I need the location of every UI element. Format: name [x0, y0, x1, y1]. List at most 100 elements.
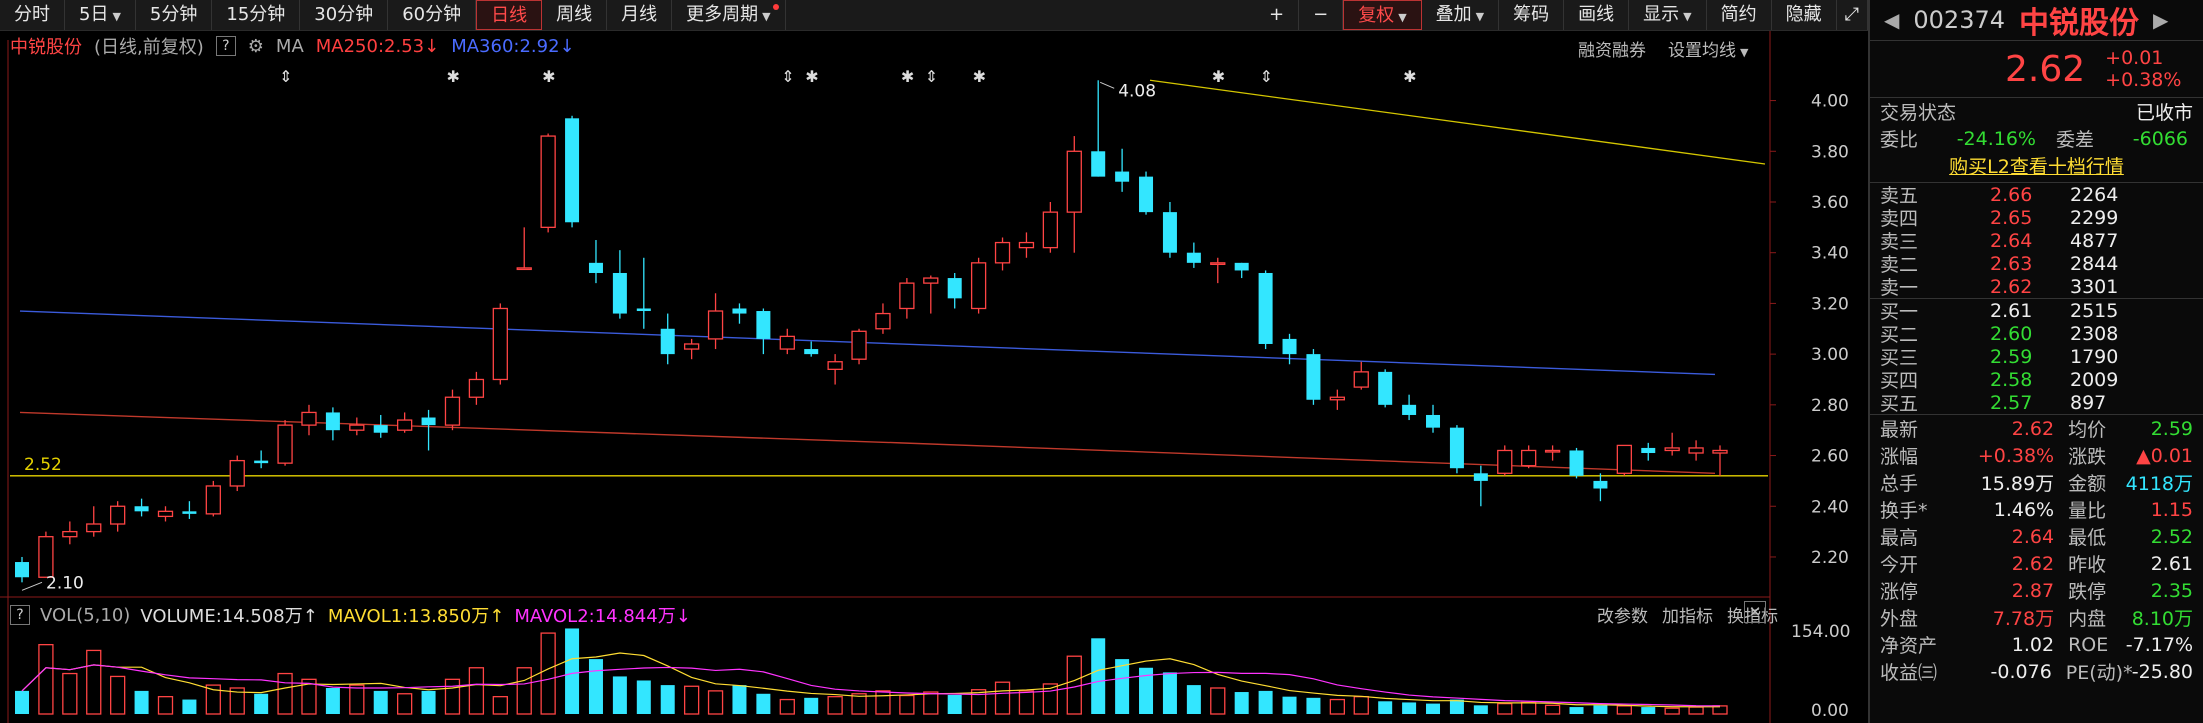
l2-upgrade-link[interactable]: 购买L2查看十档行情 [1870, 152, 2203, 182]
volume-bar [182, 699, 197, 714]
stats-row: 外盘 7.78万 内盘 8.10万 [1870, 604, 2203, 631]
candle-body [732, 308, 747, 314]
candle-body [205, 485, 221, 515]
event-marker-icon: ✱ [1403, 67, 1416, 86]
candle-body [923, 277, 939, 284]
stat-label: 涨停 [1880, 581, 1919, 603]
set-ma-button[interactable]: 设置均线 ▼ [1668, 36, 1748, 61]
weicha-label: 委差 [2056, 129, 2095, 151]
price-tick-label: 4.00 [1811, 92, 1849, 112]
prev-stock-icon[interactable]: ◀ [1884, 8, 1899, 32]
candle-body [421, 417, 436, 426]
volume-bar [15, 690, 29, 714]
volume-bar [1473, 705, 1488, 714]
bid-volume: 897 [2070, 391, 2107, 414]
stat-value: 1.46% [1993, 498, 2055, 521]
candle-body [1449, 427, 1464, 469]
stat-value: ▲0.01 [2136, 444, 2193, 467]
volume-bar [1353, 696, 1369, 715]
margin-trading-button[interactable]: 融资融券 [1578, 36, 1646, 61]
close-icon[interactable]: ✕ [1744, 601, 1766, 623]
stats-row: 净资产 1.02 ROE -7.17% [1870, 631, 2203, 658]
bid-row: 买四 2.58 2009 [1880, 368, 2193, 393]
add-indicator-button[interactable]: 加指标 [1662, 602, 1713, 627]
candle-body [565, 118, 580, 223]
volume-bar [827, 696, 843, 715]
stat-value: -0.076 [1990, 660, 2052, 683]
volume-bar [947, 694, 962, 714]
candle-body [1018, 241, 1035, 249]
candle-body [157, 510, 174, 518]
stat-value: 2.62 [2011, 552, 2055, 575]
volume-bar [86, 649, 102, 715]
stat-value: 2.64 [2011, 525, 2055, 548]
candle-body [827, 361, 843, 370]
volume-bar [875, 690, 891, 715]
mavol2-line [21, 664, 1721, 707]
stat-label: 均价 [2068, 419, 2107, 441]
candle-body [1091, 151, 1106, 177]
candle-body [373, 425, 388, 433]
candle-body [1234, 262, 1249, 271]
event-marker-icon: ✱ [542, 67, 555, 86]
bid-row: 买二 2.60 2308 [1880, 322, 2193, 347]
event-marker-icon: ⇕ [279, 67, 292, 86]
volume-bar [1329, 698, 1346, 715]
event-marker-icon: ✱ [973, 67, 986, 86]
candle-body [1426, 414, 1441, 428]
vol-indicator-label: VOL(5,10) [40, 604, 131, 626]
candle-body [134, 506, 149, 512]
stat-label: 最高 [1880, 527, 1919, 549]
next-stock-icon[interactable]: ▶ [2153, 8, 2168, 32]
help-icon[interactable]: ? [10, 605, 30, 625]
volume-bar [588, 659, 603, 714]
stat-label: 量比 [2068, 500, 2107, 522]
volume-bar [421, 690, 436, 714]
help-icon[interactable]: ? [215, 36, 236, 56]
volume-bar [779, 698, 795, 715]
candle-body [875, 312, 891, 330]
candle-body [1042, 211, 1059, 249]
volume-bar [1186, 685, 1201, 714]
event-marker-icon: ✱ [446, 67, 459, 86]
edit-params-button[interactable]: 改参数 [1597, 602, 1648, 627]
candle-body [1688, 447, 1704, 454]
candle-body [1497, 449, 1513, 474]
quote-panel: ◀ 002374 中锐股份 ▶ 2.62 +0.01 +0.38% 交易状态 已… [1868, 0, 2203, 723]
candle-body [1258, 272, 1273, 344]
volume-bar [1664, 707, 1680, 715]
candle-body [899, 282, 915, 310]
trade-status-label: 交易状态 [1880, 102, 1957, 124]
ask-volume: 4877 [2070, 229, 2119, 252]
candle-body [1378, 371, 1393, 405]
volume-bar [1497, 702, 1513, 715]
ma250-value: MA250:2.53↓ [315, 35, 440, 57]
trade-status-value: 已收市 [2135, 102, 2193, 124]
volume-bar [1616, 705, 1632, 715]
stat-value: 1.15 [2150, 498, 2193, 521]
gear-icon[interactable]: ⚙ [248, 36, 264, 57]
stat-label: 昨收 [2068, 554, 2107, 576]
volume-bar [1402, 702, 1417, 714]
stat-value: 2.35 [2150, 579, 2193, 602]
candle-body [1473, 473, 1488, 481]
volume-bar [1544, 704, 1561, 715]
candle-body [779, 335, 795, 350]
candle-body [1186, 252, 1201, 263]
candle-body [804, 349, 819, 355]
stat-value: 7.78万 [1992, 608, 2055, 630]
candle-body [947, 278, 962, 299]
candle-body [636, 308, 651, 312]
stock-code: 002374 [1913, 6, 2006, 34]
candle-body [325, 412, 340, 431]
volume-bar [38, 643, 54, 715]
bid-row: 买五 2.57 897 [1880, 391, 2193, 416]
trend-line [1149, 79, 1766, 165]
event-marker-icon: ✱ [805, 67, 818, 86]
stock-name-label: 中锐股份 [10, 37, 82, 58]
mavol2-value: MAVOL2:14.844万↓ [514, 606, 691, 627]
candle-body [1329, 396, 1346, 401]
bid-price: 2.60 [1990, 322, 2033, 345]
candle-body [182, 511, 197, 514]
ma360-line [19, 310, 1716, 376]
